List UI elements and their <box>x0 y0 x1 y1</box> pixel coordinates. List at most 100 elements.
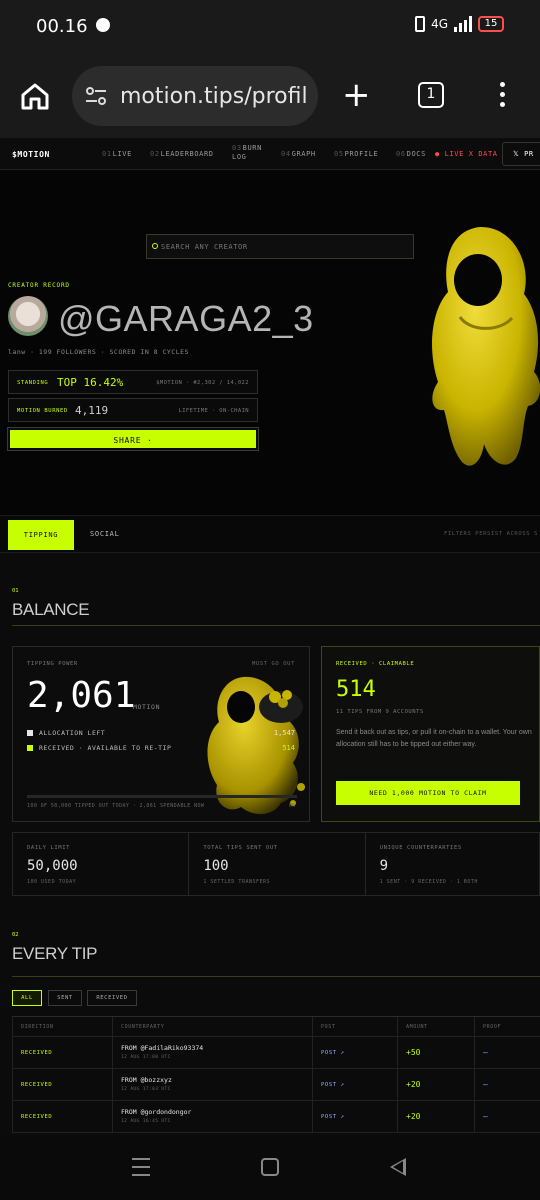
tab-switcher-button[interactable]: 1 <box>418 82 444 108</box>
post-link[interactable]: POST ↗ <box>321 1082 344 1088</box>
table-row: RECEIVED FROM @FadilaRiko93374 12 AUG 17:… <box>12 1037 540 1069</box>
nav-num: 04 <box>281 150 291 158</box>
site-settings-icon[interactable] <box>84 86 108 106</box>
nav-num: 02 <box>150 150 160 158</box>
android-status-bar: 00.16 4G 15 <box>0 0 540 52</box>
header-cell: PROOF <box>475 1017 540 1036</box>
allocation-left-row: ALLOCATION LEFT <box>27 729 105 737</box>
site-logo[interactable]: $MOTION <box>12 150 50 159</box>
browser-toolbar: motion.tips/profil + 1 <box>0 52 540 138</box>
claimable-sub: 11 TIPS FROM 9 ACCOUNTS <box>336 709 424 715</box>
balance-stats: DAILY LIMIT 50,000 100 USED TODAY TOTAL … <box>12 832 540 896</box>
proof-cell: – <box>475 1069 540 1100</box>
balance-title: BALANCE <box>12 600 90 619</box>
search-placeholder: SEARCH ANY CREATOR <box>161 243 248 251</box>
new-tab-plus-icon[interactable]: + <box>342 78 371 112</box>
column-counterparty: COUNTERPARTY <box>121 1024 165 1030</box>
every-tip-title: EVERY TIP <box>12 944 98 963</box>
creator-search-input[interactable]: SEARCH ANY CREATOR <box>146 234 414 259</box>
burned-aux: LIFETIME · ON-CHAIN <box>178 408 249 414</box>
progress-caption: 100 OF 50,000 TIPPED OUT TODAY · 2,061 S… <box>27 803 205 809</box>
status-icons: 4G 15 <box>415 16 504 32</box>
stat-value: 50,000 <box>27 858 78 874</box>
counterparty-cell: FROM @FadilaRiko93374 12 AUG 17:08 UTC <box>113 1037 313 1068</box>
direction-cell: RECEIVED <box>13 1101 113 1132</box>
stat-sub: 100 USED TODAY <box>27 879 77 885</box>
daily-limit-stat: DAILY LIMIT 50,000 100 USED TODAY <box>13 833 190 895</box>
tips-table: DIRECTION COUNTERPARTY POST AMOUNT PROOF… <box>12 1016 540 1133</box>
stat-label: TOTAL TIPS SENT OUT <box>203 845 278 851</box>
tip-amount: +20 <box>406 1080 421 1089</box>
filter-received[interactable]: RECEIVED <box>87 990 137 1006</box>
column-proof: PROOF <box>483 1024 502 1030</box>
tab-tipping[interactable]: TIPPING <box>8 520 74 550</box>
received-label: RECEIVED · AVAILABLE TO RE-TIP <box>39 744 172 752</box>
nav-label: PROFILE <box>344 150 379 158</box>
nav-item-live[interactable]: 01LIVE <box>102 150 132 158</box>
stat-sub: 1 SETTLED TRANSFERS <box>203 879 271 885</box>
claimable-card: RECEIVED · CLAIMABLE 514 11 TIPS FROM 9 … <box>321 646 540 822</box>
home-nav-icon[interactable] <box>261 1158 279 1176</box>
standing-box: STANDING TOP 16.42% $MOTION · #2,302 / 1… <box>8 370 258 394</box>
post-link[interactable]: POST ↗ <box>321 1050 344 1056</box>
nav-item-docs[interactable]: 06DOCS <box>396 150 426 158</box>
back-icon[interactable] <box>390 1158 406 1176</box>
creator-meta: lanw · 199 FOLLOWERS · SCORED IN 8 CYCLE… <box>8 348 189 356</box>
tipping-power-value: 2,061 <box>27 675 136 716</box>
counterparty-name[interactable]: FROM @gordondongor <box>121 1108 191 1116</box>
column-amount: AMOUNT <box>406 1024 428 1030</box>
tipped-out-progress-bar <box>27 795 297 798</box>
more-menu-icon[interactable] <box>500 82 506 112</box>
stat-label: DAILY LIMIT <box>27 845 71 851</box>
share-button[interactable]: SHARE · <box>7 427 259 451</box>
search-icon <box>152 243 158 249</box>
url-text[interactable]: motion.tips/profil <box>120 84 310 109</box>
nav-item-graph[interactable]: 04GRAPH <box>281 150 316 158</box>
nav-item-leaderboard[interactable]: 02LEADERBOARD <box>150 150 214 158</box>
filter-all[interactable]: ALL <box>12 990 42 1006</box>
total-tips-stat: TOTAL TIPS SENT OUT 100 1 SETTLED TRANSF… <box>189 833 366 895</box>
filter-sent[interactable]: SENT <box>48 990 82 1006</box>
stat-value: 100 <box>203 858 229 874</box>
counterparties-stat: UNIQUE COUNTERPARTIES 9 1 SENT · 9 RECEI… <box>366 833 539 895</box>
claimable-value: 514 <box>336 677 376 702</box>
tipping-power-card: TIPPING POWER MUST GO OUT 2,061 MOTION A… <box>12 646 310 822</box>
battery-icon: 15 <box>478 16 504 32</box>
proof-value: – <box>483 1048 488 1057</box>
post-link[interactable]: POST ↗ <box>321 1114 344 1120</box>
must-go-out-label: MUST GO OUT <box>251 661 295 667</box>
divider <box>12 625 540 626</box>
counterparty-name[interactable]: FROM @FadilaRiko93374 <box>121 1044 203 1052</box>
home-icon[interactable] <box>20 82 50 110</box>
recent-apps-icon[interactable] <box>132 1158 150 1182</box>
standing-value: TOP 16.42% <box>57 376 124 389</box>
stat-value: 9 <box>379 858 389 874</box>
x-profile-button[interactable]: 𝕏 PR <box>502 142 540 166</box>
nav-num: 01 <box>102 150 112 158</box>
nav-item-burn-log[interactable]: 03BURN LOG <box>232 144 262 162</box>
direction: RECEIVED <box>21 1050 53 1056</box>
tipping-power-label: TIPPING POWER <box>27 661 78 667</box>
table-header: DIRECTION COUNTERPARTY POST AMOUNT PROOF <box>12 1017 540 1037</box>
amount-cell: +20 <box>398 1101 475 1132</box>
divider <box>12 976 540 977</box>
tab-social[interactable]: SOCIAL <box>90 530 120 538</box>
proof-value: – <box>483 1112 488 1121</box>
tip-date: 12 AUG 17:08 UTC <box>121 1055 171 1060</box>
amount-cell: +50 <box>398 1037 475 1068</box>
tip-date: 12 AUG 16:45 UTC <box>121 1119 171 1124</box>
post-cell: POST ↗ <box>313 1037 398 1068</box>
allocation-left-label: ALLOCATION LEFT <box>39 729 106 737</box>
standing-rank: $MOTION · #2,302 / 14,022 <box>156 380 249 386</box>
signal-icon <box>454 16 472 32</box>
standing-label: STANDING <box>17 380 49 386</box>
received-row: RECEIVED · AVAILABLE TO RE-TIP <box>27 744 171 752</box>
burned-value: 4,119 <box>75 404 109 417</box>
nav-label: LEADERBOARD <box>160 150 214 158</box>
counterparty-name[interactable]: FROM @bozzxyz <box>121 1076 172 1084</box>
claim-button[interactable]: NEED 1,000 MOTION TO CLAIM <box>336 781 520 805</box>
counterparty-cell: FROM @gordondongor 12 AUG 16:45 UTC <box>113 1101 313 1132</box>
url-bar[interactable]: motion.tips/profil <box>72 66 318 126</box>
live-x-data-indicator[interactable]: ● LIVE X DATA <box>435 150 498 158</box>
nav-item-profile[interactable]: 05PROFILE <box>334 150 378 158</box>
